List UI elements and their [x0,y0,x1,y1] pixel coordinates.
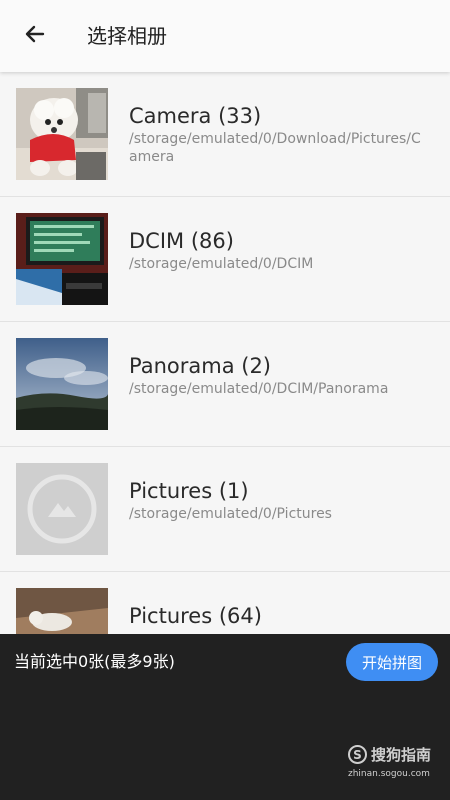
album-thumbnail [16,338,108,430]
album-path: /storage/emulated/0/Pictures [129,506,332,522]
album-item-dcim[interactable]: DCIM (86) /storage/emulated/0/DCIM [0,197,450,322]
watermark: S 搜狗指南 zhinan.sogou.com [348,744,431,779]
app-bar: 选择相册 [0,0,450,72]
album-thumbnail [16,588,108,634]
album-thumbnail [16,88,108,180]
album-item-pictures-2[interactable]: Pictures (64) [0,572,450,634]
album-name: Pictures (64) [129,604,262,628]
image-placeholder-icon [16,463,108,555]
arrow-left-icon [23,22,47,50]
album-item-camera[interactable]: Camera (33) /storage/emulated/0/Download… [0,72,450,197]
album-name: DCIM (86) [129,229,234,253]
album-thumbnail [16,213,108,305]
album-name: Pictures (1) [129,479,249,503]
album-thumbnail [16,463,108,555]
start-collage-button[interactable]: 开始拼图 [346,643,438,681]
album-path: /storage/emulated/0/DCIM [129,256,314,272]
album-path: /storage/emulated/0/Download/Pictures/Ca… [129,131,421,165]
sogou-logo-icon: S [348,745,367,764]
watermark-url: zhinan.sogou.com [348,769,430,779]
back-button[interactable] [14,16,56,56]
watermark-logo: S 搜狗指南 [348,744,431,765]
watermark-text: 搜狗指南 [371,746,432,764]
album-path: /storage/emulated/0/DCIM/Panorama [129,381,389,397]
album-name: Camera (33) [129,104,262,128]
page-title: 选择相册 [87,24,167,48]
album-name: Panorama (2) [129,354,271,378]
album-item-pictures[interactable]: Pictures (1) /storage/emulated/0/Picture… [0,447,450,572]
bottom-action-bar: 当前选中0张(最多9张) 开始拼图 S 搜狗指南 zhinan.sogou.co… [0,634,450,800]
album-list[interactable]: Camera (33) /storage/emulated/0/Download… [0,72,450,634]
album-item-panorama[interactable]: Panorama (2) /storage/emulated/0/DCIM/Pa… [0,322,450,447]
selection-count: 当前选中0张(最多9张) [14,652,175,671]
